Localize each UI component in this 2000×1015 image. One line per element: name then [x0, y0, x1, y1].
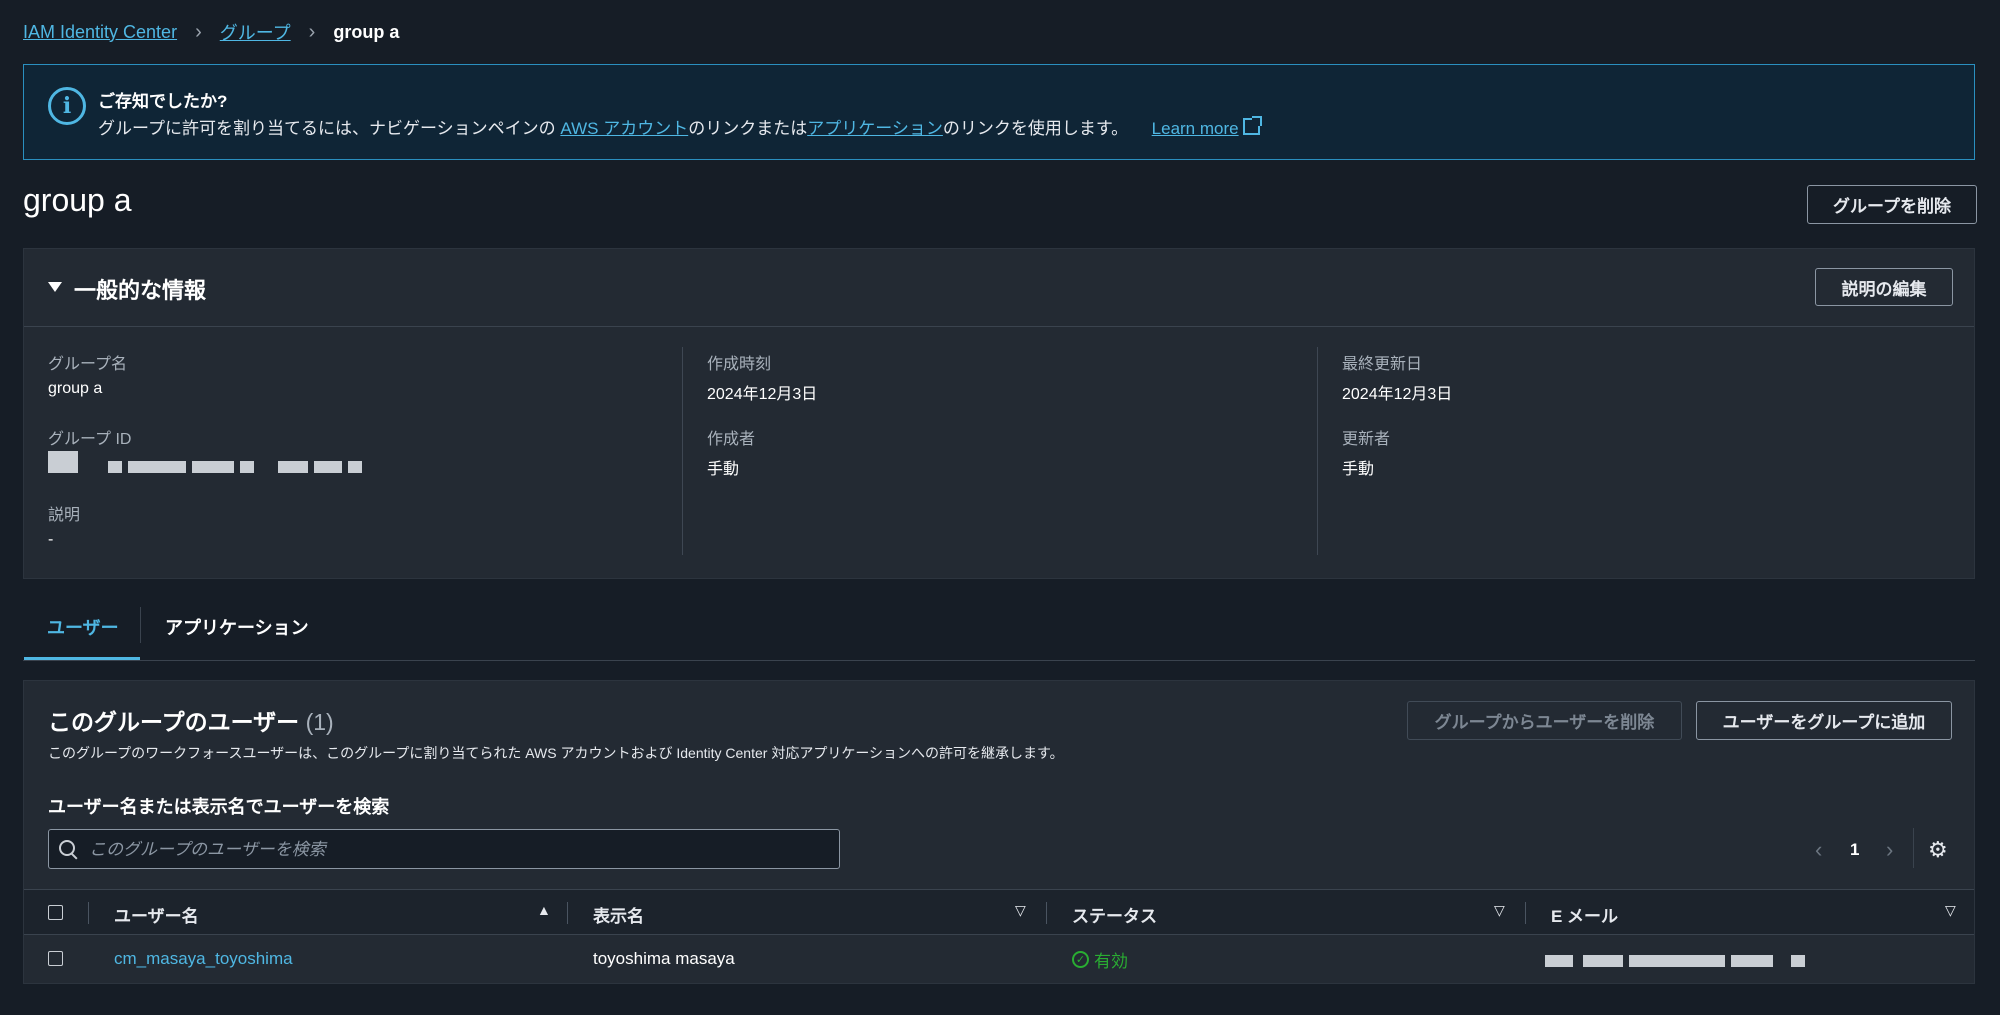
- created-by-label: 作成者: [707, 431, 756, 448]
- group-name-value: group a: [48, 380, 103, 397]
- gear-icon[interactable]: ⚙: [1928, 837, 1948, 863]
- add-user-to-group-button[interactable]: ユーザーをグループに追加: [1696, 701, 1952, 740]
- created-at-value: 2024年12月3日: [707, 386, 818, 403]
- edit-description-button[interactable]: 説明の編集: [1815, 268, 1953, 306]
- learn-more-label: Learn more: [1151, 119, 1239, 138]
- column-divider: [567, 902, 568, 924]
- breadcrumb-parent-link[interactable]: グループ: [220, 19, 291, 45]
- updated-at-value: 2024年12月3日: [1342, 386, 1453, 403]
- banner-text: グループに許可を割り当てるには、ナビゲーションペインの AWS アカウントのリン…: [98, 114, 1262, 139]
- breadcrumb-root-link[interactable]: IAM Identity Center: [23, 22, 177, 43]
- users-title: このグループのユーザー (1): [48, 703, 334, 737]
- info-icon: i: [48, 87, 86, 125]
- sort-icon[interactable]: ▽: [1015, 902, 1026, 919]
- group-id-label: グループ ID: [48, 431, 132, 448]
- tab-applications[interactable]: アプリケーション: [165, 614, 309, 640]
- banner-text-part: のリンクを使用します。: [942, 119, 1129, 138]
- select-all-checkbox[interactable]: [48, 905, 63, 920]
- sort-icon[interactable]: ▽: [1945, 902, 1956, 919]
- search-input[interactable]: [87, 830, 831, 869]
- column-header-status[interactable]: ステータス: [1072, 902, 1157, 927]
- chevron-right-icon[interactable]: ›: [1886, 837, 1893, 863]
- column-divider: [682, 347, 683, 555]
- general-info-title: 一般的な情報: [74, 278, 207, 303]
- column-divider: [1525, 902, 1526, 924]
- created-by-value: 手動: [707, 461, 740, 478]
- row-checkbox[interactable]: [48, 951, 63, 966]
- banner-title: ご存知でしたか?: [98, 92, 228, 111]
- sort-icon[interactable]: ▽: [1494, 902, 1505, 919]
- caret-down-icon[interactable]: [48, 282, 62, 292]
- tab-divider: [140, 607, 141, 643]
- learn-more-link[interactable]: Learn more: [1151, 116, 1262, 138]
- search-icon: [59, 840, 75, 856]
- chevron-right-icon: ›: [308, 20, 316, 43]
- search-label: ユーザー名または表示名でユーザーを検索: [48, 797, 390, 817]
- pager-divider: [1913, 828, 1914, 868]
- page-title: group a: [23, 182, 132, 218]
- updated-at-label: 最終更新日: [1342, 356, 1423, 373]
- sort-ascending-icon[interactable]: ▲: [537, 902, 551, 918]
- chevron-right-icon: ›: [195, 20, 202, 43]
- column-divider: [1046, 902, 1047, 924]
- email-redacted: [1545, 952, 1845, 972]
- delete-group-button[interactable]: グループを削除: [1807, 185, 1977, 224]
- column-divider: [88, 902, 89, 924]
- applications-link[interactable]: アプリケーション: [807, 119, 943, 138]
- column-header-username[interactable]: ユーザー名: [114, 902, 199, 927]
- description-value: -: [48, 531, 54, 548]
- search-box: [48, 829, 840, 869]
- aws-account-link[interactable]: AWS アカウント: [560, 119, 688, 138]
- updated-by-value: 手動: [1342, 461, 1375, 478]
- description-label: 説明: [48, 507, 81, 524]
- status-cell: ✓ 有効: [1072, 947, 1128, 972]
- tabs-baseline: [23, 660, 1975, 661]
- table-header: ユーザー名 ▲ 表示名 ▽ ステータス ▽ E メール ▽: [24, 889, 1974, 935]
- status-label: 有効: [1094, 952, 1128, 971]
- table-row: cm_masaya_toyoshima toyoshima masaya ✓ 有…: [24, 935, 1974, 983]
- pagination-current-page[interactable]: 1: [1850, 840, 1859, 860]
- column-divider: [1317, 347, 1318, 555]
- username-link[interactable]: cm_masaya_toyoshima: [114, 949, 293, 969]
- group-users-panel: このグループのユーザー (1) このグループのワークフォースユーザーは、このグル…: [23, 680, 1975, 984]
- external-link-icon: [1242, 116, 1262, 135]
- breadcrumb: IAM Identity Center › グループ › group a: [23, 19, 399, 45]
- column-header-email[interactable]: E メール: [1551, 902, 1618, 927]
- breadcrumb-current: group a: [333, 21, 400, 42]
- banner-text-part: のリンクまたは: [688, 119, 808, 138]
- general-info-panel: 一般的な情報 説明の編集 グループ名 group a グループ ID 説明 - …: [23, 248, 1975, 579]
- group-id-redacted: [48, 451, 428, 478]
- info-banner: i ご存知でしたか? グループに許可を割り当てるには、ナビゲーションペインの A…: [23, 64, 1975, 160]
- updated-by-label: 更新者: [1342, 431, 1391, 448]
- column-header-display-name[interactable]: 表示名: [593, 902, 644, 927]
- group-name-label: グループ名: [48, 356, 128, 373]
- users-title-text: このグループのユーザー: [48, 709, 300, 735]
- users-count: (1): [305, 709, 334, 735]
- created-at-label: 作成時刻: [707, 356, 772, 373]
- check-circle-icon: ✓: [1072, 951, 1089, 968]
- users-description: このグループのワークフォースユーザーは、このグループに割り当てられた AWS ア…: [48, 745, 1064, 761]
- general-info-header[interactable]: 一般的な情報: [24, 249, 1974, 327]
- tab-users[interactable]: ユーザー: [47, 614, 119, 640]
- chevron-left-icon[interactable]: ‹: [1815, 837, 1822, 863]
- display-name-cell: toyoshima masaya: [593, 949, 735, 968]
- banner-text-part: グループに許可を割り当てるには、ナビゲーションペインの: [98, 119, 561, 138]
- remove-user-from-group-button[interactable]: グループからユーザーを削除: [1407, 701, 1682, 740]
